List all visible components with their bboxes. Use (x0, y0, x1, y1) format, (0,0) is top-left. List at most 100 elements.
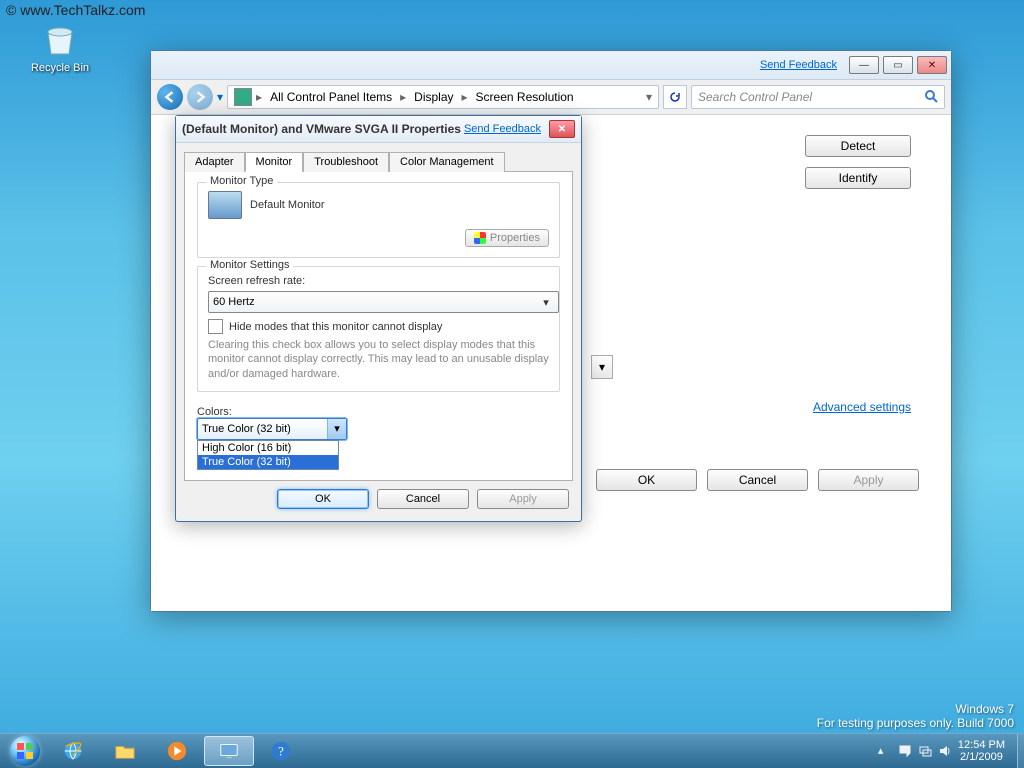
taskbar-help[interactable]: ? (256, 736, 306, 766)
windows-flag-icon (17, 743, 33, 759)
watermark-line1: Windows 7 (817, 702, 1014, 716)
show-desktop-button[interactable] (1017, 734, 1024, 768)
shield-icon (474, 232, 486, 244)
tab-troubleshoot[interactable]: Troubleshoot (303, 152, 389, 172)
taskbar-media-player[interactable] (152, 736, 202, 766)
taskbar-clock[interactable]: 12:54 PM 2/1/2009 (958, 739, 1011, 763)
start-button[interactable] (4, 736, 46, 766)
display-settings-icon (217, 740, 241, 762)
forward-button[interactable] (187, 84, 213, 110)
page-watermark: © www.TechTalkz.com (6, 2, 145, 18)
tab-monitor-panel: Monitor Type Default Monitor Properties … (184, 171, 573, 481)
refresh-button[interactable] (663, 85, 687, 109)
colors-option-32bit[interactable]: True Color (32 bit) (198, 455, 338, 469)
chevron-down-icon: ▾ (599, 360, 605, 374)
advanced-settings-link[interactable]: Advanced settings (813, 400, 911, 414)
colors-section: Colors: True Color (32 bit) ▾ High Color… (197, 406, 560, 470)
desktop-icon-recycle-bin[interactable]: Recycle Bin (30, 20, 90, 74)
dialog-titlebar: (Default Monitor) and VMware SVGA II Pro… (176, 116, 581, 143)
maximize-button[interactable]: ▭ (883, 56, 913, 74)
recycle-bin-icon (40, 20, 80, 60)
detect-button[interactable]: Detect (805, 135, 911, 157)
windows-watermark: Windows 7 For testing purposes only. Bui… (817, 702, 1014, 730)
display-side-buttons: Detect Identify (805, 135, 911, 189)
minimize-button[interactable]: — (849, 56, 879, 74)
display-icon (234, 88, 252, 106)
refresh-rate-label: Screen refresh rate: (208, 275, 549, 287)
navigation-bar: ▾ ▸ All Control Panel Items ▸ Display ▸ … (151, 80, 951, 115)
combo-value: True Color (32 bit) (202, 423, 291, 435)
send-feedback-link[interactable]: Send Feedback (464, 123, 541, 135)
svg-text:?: ? (278, 745, 284, 759)
breadcrumb-item[interactable]: All Control Panel Items (266, 88, 396, 106)
tab-adapter[interactable]: Adapter (184, 152, 245, 172)
monitor-name: Default Monitor (250, 199, 325, 211)
monitor-properties-button: Properties (465, 229, 549, 247)
tray-chevron-icon[interactable]: ▴ (878, 744, 892, 758)
colors-option-16bit[interactable]: High Color (16 bit) (198, 441, 338, 455)
system-tray: ▴ 12:54 PM 2/1/2009 (874, 739, 1015, 763)
button-label: Properties (490, 232, 540, 244)
help-icon: ? (269, 740, 293, 762)
identify-button[interactable]: Identify (805, 167, 911, 189)
ie-icon (61, 740, 85, 762)
hide-modes-label: Hide modes that this monitor cannot disp… (229, 321, 442, 333)
apply-button: Apply (818, 469, 919, 491)
chevron-down-icon: ▾ (327, 419, 346, 439)
media-player-icon (165, 740, 189, 762)
window-titlebar: Send Feedback — ▭ ✕ (151, 51, 951, 80)
chevron-right-icon: ▸ (400, 90, 406, 104)
clock-date: 2/1/2009 (958, 751, 1005, 763)
address-bar[interactable]: ▸ All Control Panel Items ▸ Display ▸ Sc… (227, 85, 659, 109)
group-title: Monitor Type (206, 175, 277, 187)
dialog-buttons: OK Cancel Apply (176, 489, 581, 521)
action-center-icon[interactable] (898, 744, 912, 758)
display-selector-dropdown[interactable]: ▾ (591, 355, 613, 379)
colors-dropdown-list: High Color (16 bit) True Color (32 bit) (197, 440, 339, 470)
search-placeholder: Search Control Panel (698, 90, 812, 104)
close-button[interactable]: ✕ (549, 120, 575, 138)
combo-value: 60 Hertz (213, 296, 255, 308)
search-box[interactable]: Search Control Panel (691, 85, 945, 109)
start-orb-icon (10, 736, 40, 766)
breadcrumb-item[interactable]: Display (410, 88, 457, 106)
arrow-right-icon (194, 91, 206, 103)
taskbar-ie[interactable] (48, 736, 98, 766)
search-icon (924, 89, 938, 106)
tab-monitor[interactable]: Monitor (245, 152, 304, 172)
folder-icon (113, 740, 137, 762)
network-icon[interactable] (918, 744, 932, 758)
cancel-button[interactable]: Cancel (377, 489, 469, 509)
taskbar-control-panel[interactable] (204, 736, 254, 766)
apply-button: Apply (477, 489, 569, 509)
taskbar: ? ▴ 12:54 PM 2/1/2009 (0, 733, 1024, 768)
resolution-dialog-buttons: OK Cancel Apply (596, 469, 919, 491)
refresh-rate-combo[interactable]: 60 Hertz ▾ (208, 291, 559, 313)
breadcrumb-item[interactable]: Screen Resolution (472, 88, 578, 106)
colors-combo[interactable]: True Color (32 bit) ▾ (197, 418, 347, 440)
chevron-down-icon[interactable]: ▾ (646, 90, 652, 104)
volume-icon[interactable] (938, 744, 952, 758)
send-feedback-link[interactable]: Send Feedback (760, 59, 837, 71)
tab-color-management[interactable]: Color Management (389, 152, 505, 172)
cancel-button[interactable]: Cancel (707, 469, 808, 491)
hide-modes-hint: Clearing this check box allows you to se… (208, 338, 549, 381)
monitor-type-group: Monitor Type Default Monitor Properties (197, 182, 560, 258)
taskbar-explorer[interactable] (100, 736, 150, 766)
hide-modes-checkbox[interactable] (208, 319, 223, 334)
recent-pages-chevron[interactable]: ▾ (217, 90, 223, 104)
monitor-icon (208, 191, 242, 219)
watermark-line2: For testing purposes only. Build 7000 (817, 716, 1014, 730)
back-button[interactable] (157, 84, 183, 110)
monitor-settings-group: Monitor Settings Screen refresh rate: 60… (197, 266, 560, 392)
refresh-icon (669, 91, 681, 103)
group-title: Monitor Settings (206, 259, 293, 271)
close-button[interactable]: ✕ (917, 56, 947, 74)
desktop-icon-label: Recycle Bin (30, 62, 90, 74)
chevron-right-icon: ▸ (256, 90, 262, 104)
dialog-title: (Default Monitor) and VMware SVGA II Pro… (182, 122, 464, 136)
ok-button[interactable]: OK (277, 489, 369, 509)
monitor-properties-dialog: (Default Monitor) and VMware SVGA II Pro… (175, 115, 582, 522)
ok-button[interactable]: OK (596, 469, 697, 491)
colors-label: Colors: (197, 406, 560, 418)
